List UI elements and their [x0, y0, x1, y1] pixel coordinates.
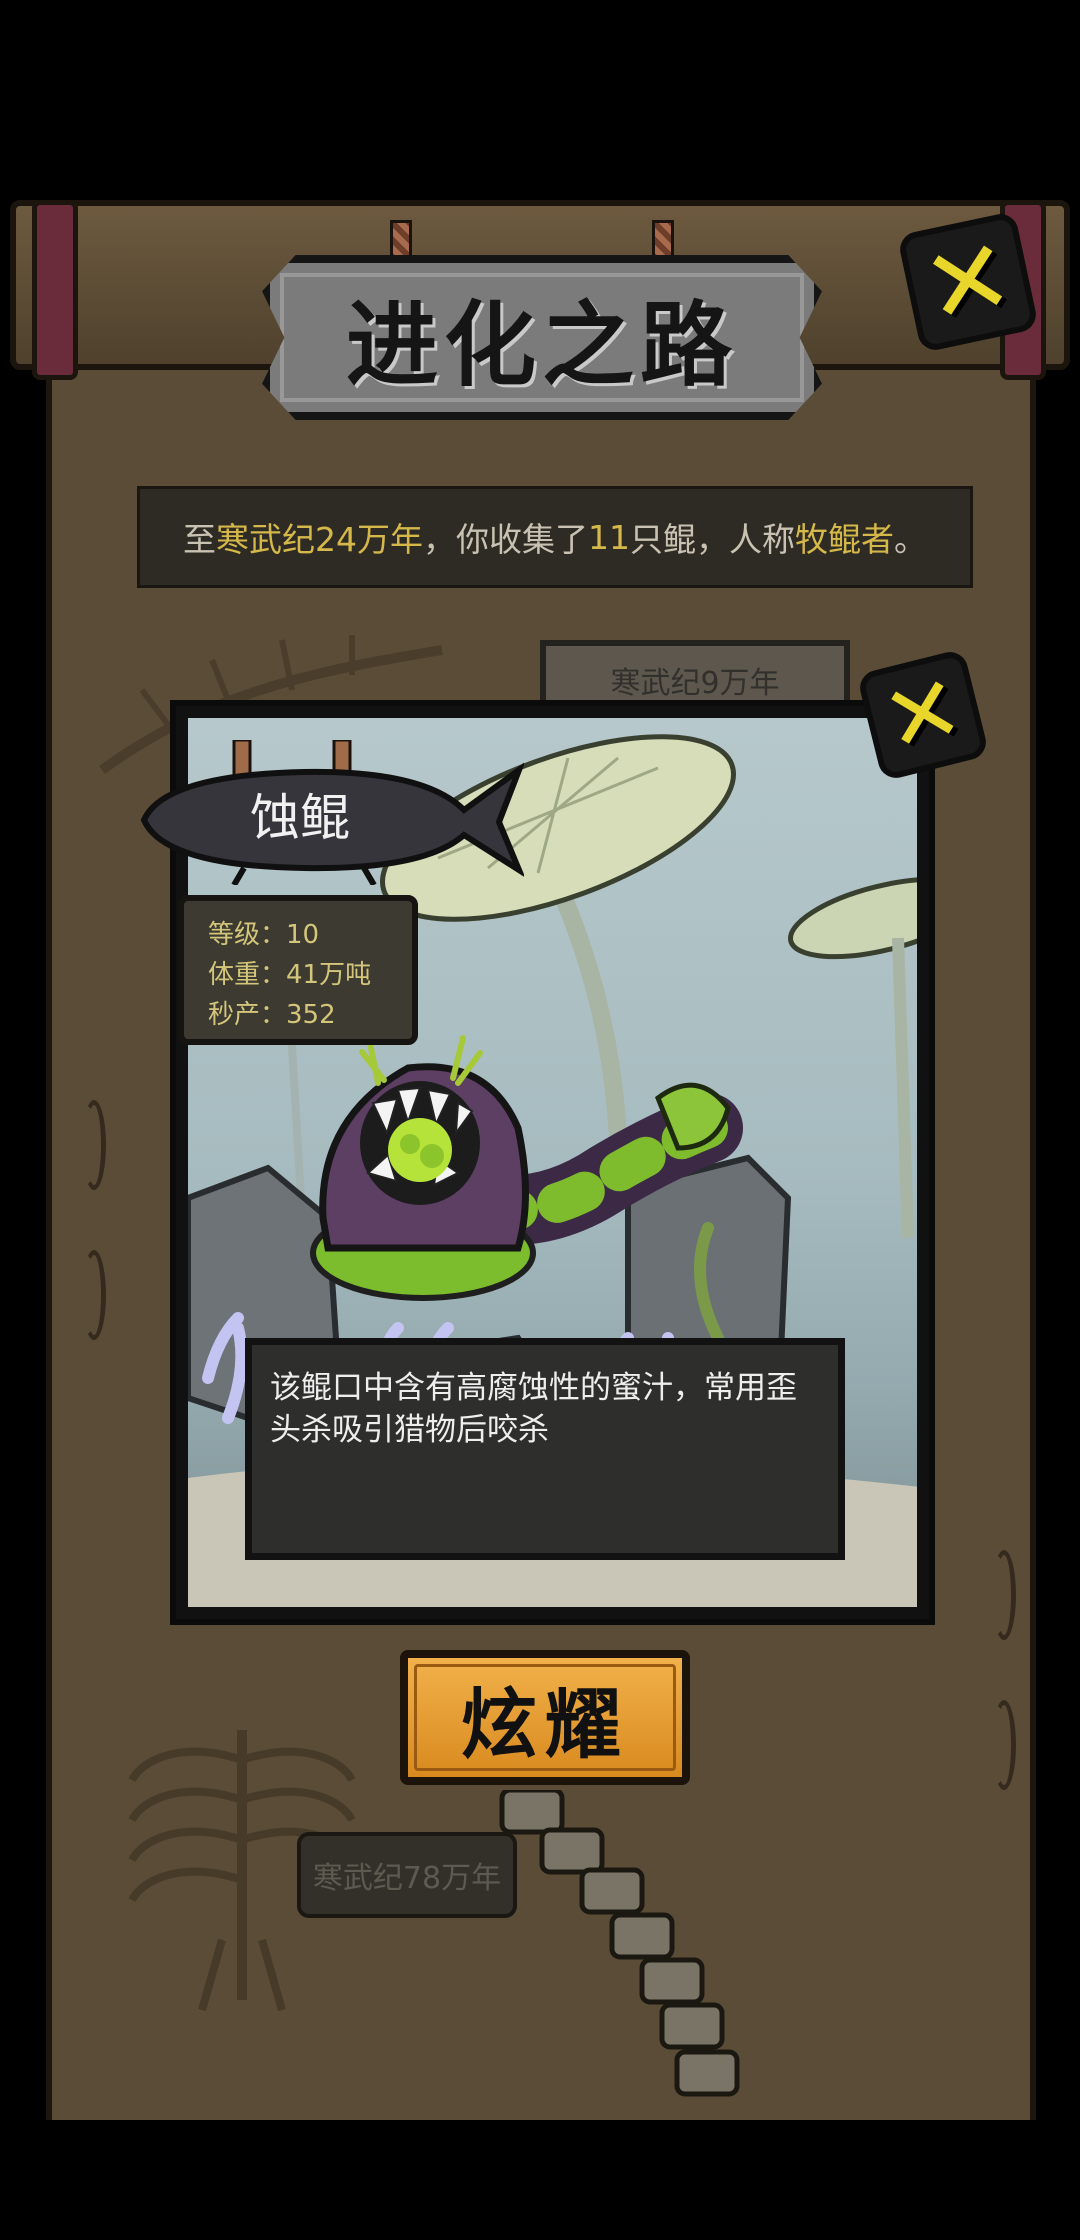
summary-era: 寒武纪24万年 — [216, 520, 423, 559]
summary-count: 11 — [588, 517, 630, 557]
stat-output: 秒产：352 — [208, 995, 412, 1035]
spine-drawing — [499, 1790, 740, 2097]
stat-level-value: 10 — [286, 920, 320, 950]
decorative-swirl — [992, 1550, 1016, 1640]
page-title: 进化之路 — [345, 291, 738, 399]
decorative-swirl — [82, 1250, 106, 1340]
stat-output-label: 秒产： — [208, 1000, 287, 1030]
collection-summary: 至 寒武纪24万年 ，你收集了 11 只鲲，人称 牧鲲者 。 — [137, 486, 973, 588]
era-label-text: 寒武纪9万年 — [610, 666, 780, 701]
decorative-swirl — [992, 1700, 1016, 1790]
decorative-swirl — [82, 1100, 106, 1190]
summary-mid: ，你收集了 — [423, 520, 588, 559]
era-label-bottom: 寒武纪78万年 — [297, 1832, 517, 1918]
show-off-label: 炫耀 — [461, 1679, 629, 1769]
stat-level: 等级：10 — [208, 915, 412, 955]
summary-mid2: 只鲲，人称 — [630, 520, 795, 559]
stat-weight-value: 41万吨 — [286, 960, 372, 990]
scroll-rod-end-left — [32, 200, 78, 380]
summary-suffix: 。 — [894, 520, 927, 559]
close-icon: ✕ — [912, 213, 1024, 351]
stat-output-value: 352 — [286, 1000, 336, 1030]
creature-description: 该鲲口中含有高腐蚀性的蜜汁，常用歪头杀吸引猎物后咬杀 — [245, 1338, 845, 1560]
stat-level-label: 等级： — [208, 920, 287, 950]
stat-weight: 体重：41万吨 — [208, 955, 412, 995]
close-button[interactable]: ✕ — [896, 210, 1040, 354]
creature-stats-board: 等级：10 体重：41万吨 秒产：352 — [178, 895, 418, 1045]
summary-rank: 牧鲲者 — [795, 520, 894, 559]
title-plaque: 进化之路 — [262, 255, 822, 420]
show-off-button[interactable]: 炫耀 — [400, 1650, 690, 1785]
stat-weight-label: 体重： — [208, 960, 287, 990]
close-icon: ✕ — [872, 653, 974, 776]
creature-name: 蚀鲲 — [250, 789, 350, 847]
game-screen: 进化之路 ✕ 至 寒武纪24万年 ，你收集了 11 只鲲，人称 牧鲲者 。 寒武… — [0, 0, 1080, 2240]
era-label-text: 寒武纪78万年 — [312, 1861, 502, 1896]
summary-prefix: 至 — [183, 520, 216, 559]
